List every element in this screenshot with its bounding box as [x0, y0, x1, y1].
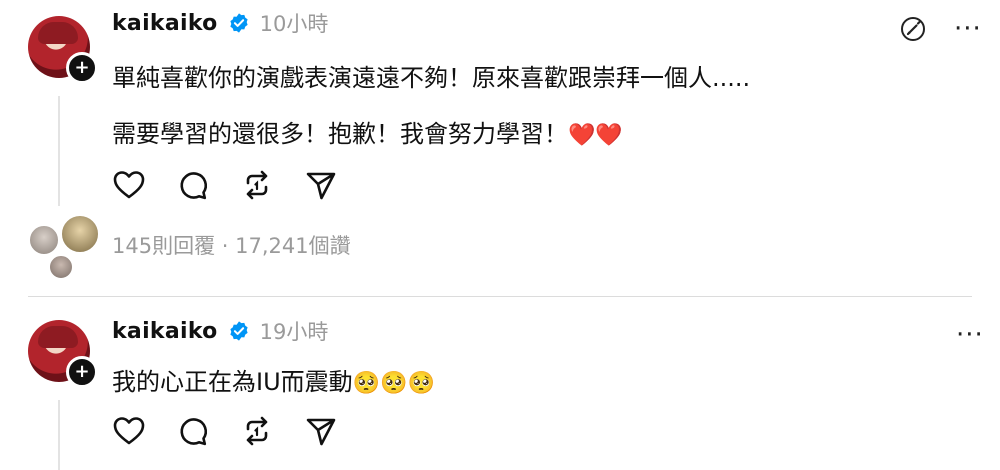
thread-line [58, 96, 60, 206]
send-icon[interactable] [304, 414, 338, 448]
more-icon[interactable]: ··· [954, 16, 982, 42]
reply-avatar [48, 254, 74, 280]
post-actions [112, 168, 338, 202]
more-icon[interactable]: ··· [956, 322, 984, 348]
reply-avatar [60, 214, 100, 254]
thread-post: + kaikaiko 10小時 ··· 單純喜歡你的演戲表演遠遠不夠！原來喜歡跟… [0, 0, 1000, 300]
thread-line [58, 400, 60, 470]
edit-pencil-icon[interactable] [898, 14, 928, 44]
like-heart-icon[interactable] [112, 168, 146, 202]
post-time: 10小時 [259, 12, 329, 36]
post-top-actions: ··· [956, 322, 984, 348]
username[interactable]: kaikaiko [112, 319, 218, 344]
post-text: 我的心正在為IU而震動 [112, 368, 353, 396]
heart-emoji: ❤️❤️ [568, 123, 623, 148]
post-header: kaikaiko 19小時 [112, 316, 328, 346]
verified-badge-icon [229, 321, 248, 341]
repost-icon[interactable] [240, 168, 274, 202]
repost-icon[interactable] [240, 414, 274, 448]
thread-post: + kaikaiko 19小時 ··· 我的心正在為IU而震動🥺🥺🥺 [0, 300, 1000, 470]
post-text-line: 我的心正在為IU而震動🥺🥺🥺 [112, 362, 435, 397]
verified-badge-icon [229, 13, 248, 33]
post-divider [28, 296, 972, 297]
pleading-face-emoji: 🥺🥺🥺 [352, 371, 435, 396]
post-text: 需要學習的還很多！抱歉！我會努力學習！ [112, 120, 568, 148]
send-icon[interactable] [304, 168, 338, 202]
post-stats[interactable]: 145則回覆 · 17,241個讚 [112, 230, 351, 260]
like-heart-icon[interactable] [112, 414, 146, 448]
post-text-line: 需要學習的還很多！抱歉！我會努力學習！❤️❤️ [112, 114, 623, 149]
post-text: 單純喜歡你的演戲表演遠遠不夠！原來喜歡跟崇拜一個人..... [112, 64, 751, 92]
follow-plus-icon[interactable]: + [66, 356, 98, 388]
username[interactable]: kaikaiko [112, 11, 218, 36]
post-text-line: 單純喜歡你的演戲表演遠遠不夠！原來喜歡跟崇拜一個人..... [112, 58, 750, 93]
post-time: 19小時 [259, 320, 329, 344]
reply-avatar [28, 224, 60, 256]
post-actions [112, 414, 338, 448]
reply-avatars[interactable] [26, 210, 100, 280]
follow-plus-icon[interactable]: + [66, 52, 98, 84]
comment-icon[interactable] [176, 168, 210, 202]
comment-icon[interactable] [176, 414, 210, 448]
post-header: kaikaiko 10小時 [112, 8, 328, 38]
post-top-actions: ··· [898, 14, 982, 44]
